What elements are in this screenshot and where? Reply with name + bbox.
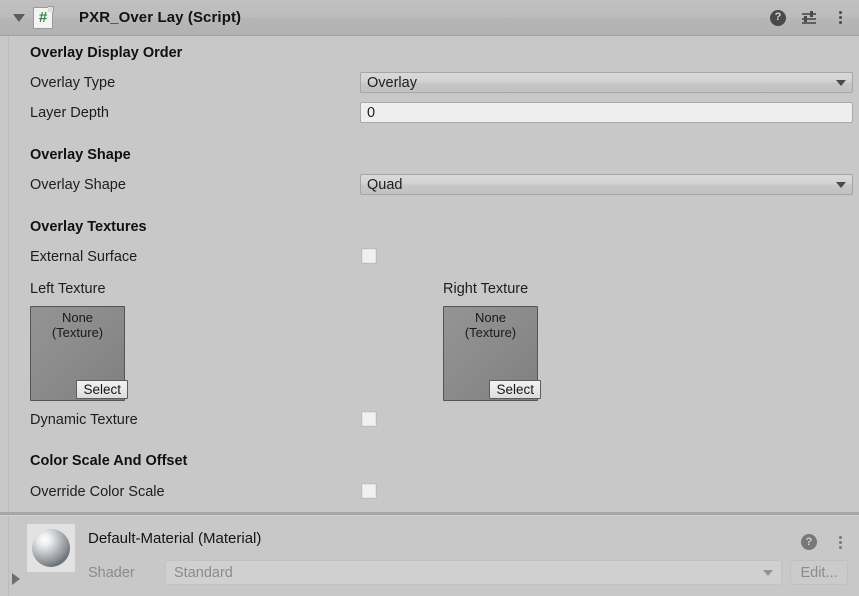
left-texture-value: None (Texture) <box>51 310 104 340</box>
material-left-margin-rule <box>8 516 9 596</box>
label-overlay-type: Overlay Type <box>30 75 116 91</box>
component-title: PXR_Over Lay (Script) <box>79 9 242 26</box>
csharp-script-icon: # <box>33 5 54 29</box>
script-icon-glyph: # <box>38 9 48 26</box>
chevron-down-icon <box>836 181 846 188</box>
material-shader-dropdown[interactable]: Standard <box>165 560 782 585</box>
chevron-down-icon <box>836 79 846 86</box>
material-shader-value: Standard <box>174 564 233 581</box>
preset-icon[interactable] <box>801 10 818 26</box>
layer-depth-input[interactable]: 0 <box>360 102 853 123</box>
kebab-menu-icon[interactable] <box>833 10 847 26</box>
label-dynamic-texture: Dynamic Texture <box>30 412 138 428</box>
section-header-color-scale-and-offset: Color Scale And Offset <box>30 453 188 469</box>
section-header-overlay-display-order: Overlay Display Order <box>30 45 183 61</box>
material-foldout-toggle[interactable] <box>12 572 26 586</box>
material-header-icons: ? <box>801 534 847 550</box>
right-texture-object-field[interactable]: None (Texture) Select <box>443 306 541 401</box>
override-color-scale-checkbox[interactable] <box>361 483 377 499</box>
label-left-texture: Left Texture <box>30 281 106 297</box>
help-icon[interactable]: ? <box>770 9 786 26</box>
right-texture-select-button[interactable]: Select <box>489 380 541 399</box>
chevron-down-icon <box>13 13 25 22</box>
component-header[interactable]: # PXR_Over Lay (Script) ? <box>0 0 859 36</box>
section-header-overlay-textures: Overlay Textures <box>30 219 147 235</box>
material-shader-label: Shader <box>88 565 135 581</box>
label-layer-depth: Layer Depth <box>30 105 109 121</box>
left-texture-select-button[interactable]: Select <box>76 380 128 399</box>
layer-depth-value: 0 <box>367 104 376 121</box>
external-surface-checkbox[interactable] <box>361 248 377 264</box>
overlay-shape-dropdown[interactable]: Quad <box>360 174 853 195</box>
component-header-icons: ? <box>770 9 847 26</box>
kebab-menu-icon[interactable] <box>833 534 847 550</box>
section-header-overlay-shape: Overlay Shape <box>30 147 131 163</box>
component-foldout-toggle[interactable] <box>8 13 30 22</box>
help-icon[interactable]: ? <box>801 534 817 550</box>
material-edit-button[interactable]: Edit... <box>790 560 848 585</box>
left-margin-rule <box>8 36 9 513</box>
label-right-texture: Right Texture <box>443 281 529 297</box>
left-texture-object-field[interactable]: None (Texture) Select <box>30 306 128 401</box>
overlay-type-value: Overlay <box>367 74 417 91</box>
label-overlay-shape: Overlay Shape <box>30 177 126 193</box>
material-preview-thumbnail <box>27 524 75 572</box>
right-texture-value: None (Texture) <box>464 310 517 340</box>
chevron-right-icon <box>12 573 20 585</box>
inspector-panel: # PXR_Over Lay (Script) ? Overlay Displa… <box>0 0 859 596</box>
overlay-shape-value: Quad <box>367 176 403 193</box>
overlay-type-dropdown[interactable]: Overlay <box>360 72 853 93</box>
chevron-down-icon <box>763 569 773 576</box>
label-external-surface: External Surface <box>30 249 138 265</box>
label-override-color-scale: Override Color Scale <box>30 484 165 500</box>
material-panel: Default-Material (Material) Shader Stand… <box>0 515 859 596</box>
dynamic-texture-checkbox[interactable] <box>361 411 377 427</box>
material-title: Default-Material (Material) <box>88 530 262 547</box>
component-body: Overlay Display Order Overlay Type Overl… <box>0 36 859 513</box>
